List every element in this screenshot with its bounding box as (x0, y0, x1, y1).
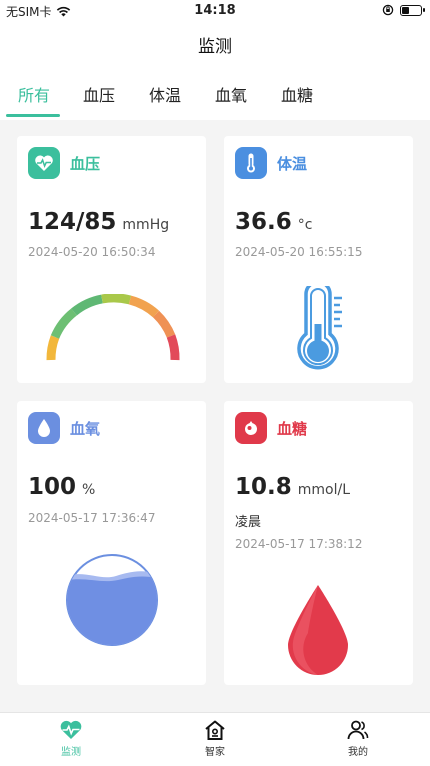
reading-unit: mmHg (122, 217, 170, 233)
heart-pulse-icon (60, 720, 82, 739)
reading: 124/85 mmHg (28, 209, 169, 235)
clock: 14:18 (194, 3, 236, 18)
users-icon (347, 720, 369, 740)
reading-unit: °c (297, 217, 313, 233)
reading-timestamp: 2024-05-17 17:36:47 (28, 511, 156, 525)
thermometer-illustration (297, 286, 342, 370)
tab-blood-pressure[interactable]: 血压 (83, 82, 115, 106)
heart-pulse-icon (28, 147, 60, 179)
oxygen-level-globe (66, 554, 158, 646)
card-header: 血氧 (28, 412, 100, 444)
nav-bar: 监测 (0, 22, 430, 66)
thermometer-icon (235, 147, 267, 179)
tabbar-label: 监测 (61, 747, 81, 758)
reading-timestamp: 2024-05-17 17:38:12 (235, 537, 363, 551)
reading-unit: % (82, 482, 96, 498)
reading-period: 凌晨 (235, 515, 262, 530)
battery-icon (400, 4, 425, 16)
temperature-card[interactable]: 体温 36.6 °c 2024-05-20 16:55:15 (224, 136, 413, 383)
blood-drop-illustration (288, 585, 348, 675)
blood-oxygen-card[interactable]: 血氧 100 % 2024-05-17 17:36:47 (17, 401, 206, 685)
reading: 36.6 °c (235, 209, 312, 235)
tab-all[interactable]: 所有 (18, 82, 50, 106)
status-right (382, 4, 425, 16)
tabbar-monitor[interactable]: 监测 (41, 719, 101, 758)
battery-level-fill (402, 6, 409, 14)
reading: 10.8 mmol/L (235, 474, 350, 500)
card-title: 血糖 (277, 419, 308, 438)
reading-value: 10.8 (235, 474, 292, 500)
tabbar-label: 我的 (348, 747, 368, 758)
blood-drop-icon (235, 412, 267, 444)
tab-blood-oxygen[interactable]: 血氧 (215, 82, 247, 106)
page-title: 监测 (198, 37, 232, 57)
reading-timestamp: 2024-05-20 16:55:15 (235, 245, 363, 259)
active-tab-indicator (6, 114, 60, 117)
reading-unit: mmol/L (297, 482, 350, 498)
blood-pressure-card[interactable]: 血压 124/85 mmHg 2024-05-20 16:50:34 (17, 136, 206, 383)
card-header: 体温 (235, 147, 307, 179)
bottom-tab-bar: 监测 智家 我的 (0, 712, 430, 766)
status-bar: 无SIM卡 14:18 (0, 0, 430, 22)
tabbar-smart-home[interactable]: 智家 (185, 719, 245, 758)
card-header: 血糖 (235, 412, 307, 444)
card-title: 血氧 (70, 419, 101, 438)
orientation-lock-icon (382, 4, 394, 16)
reading: 100 % (28, 474, 95, 500)
reading-value: 124/85 (28, 209, 117, 235)
water-drop-icon (28, 412, 60, 444)
card-title: 体温 (277, 154, 308, 173)
tab-blood-glucose[interactable]: 血糖 (281, 82, 313, 106)
card-title: 血压 (70, 154, 101, 173)
blood-glucose-card[interactable]: 血糖 10.8 mmol/L 凌晨 2024-05-17 17:38:12 (224, 401, 413, 685)
home-icon (205, 720, 225, 740)
reading-value: 100 (28, 474, 77, 500)
tabbar-profile[interactable]: 我的 (328, 719, 388, 758)
reading-value: 36.6 (235, 209, 292, 235)
category-tabs: 所有 血压 体温 血氧 血糖 (0, 66, 430, 120)
reading-timestamp: 2024-05-20 16:50:34 (28, 245, 156, 259)
tab-temperature[interactable]: 体温 (149, 82, 181, 106)
card-header: 血压 (28, 147, 100, 179)
tabbar-label: 智家 (205, 747, 225, 758)
blood-pressure-gauge (46, 294, 180, 361)
